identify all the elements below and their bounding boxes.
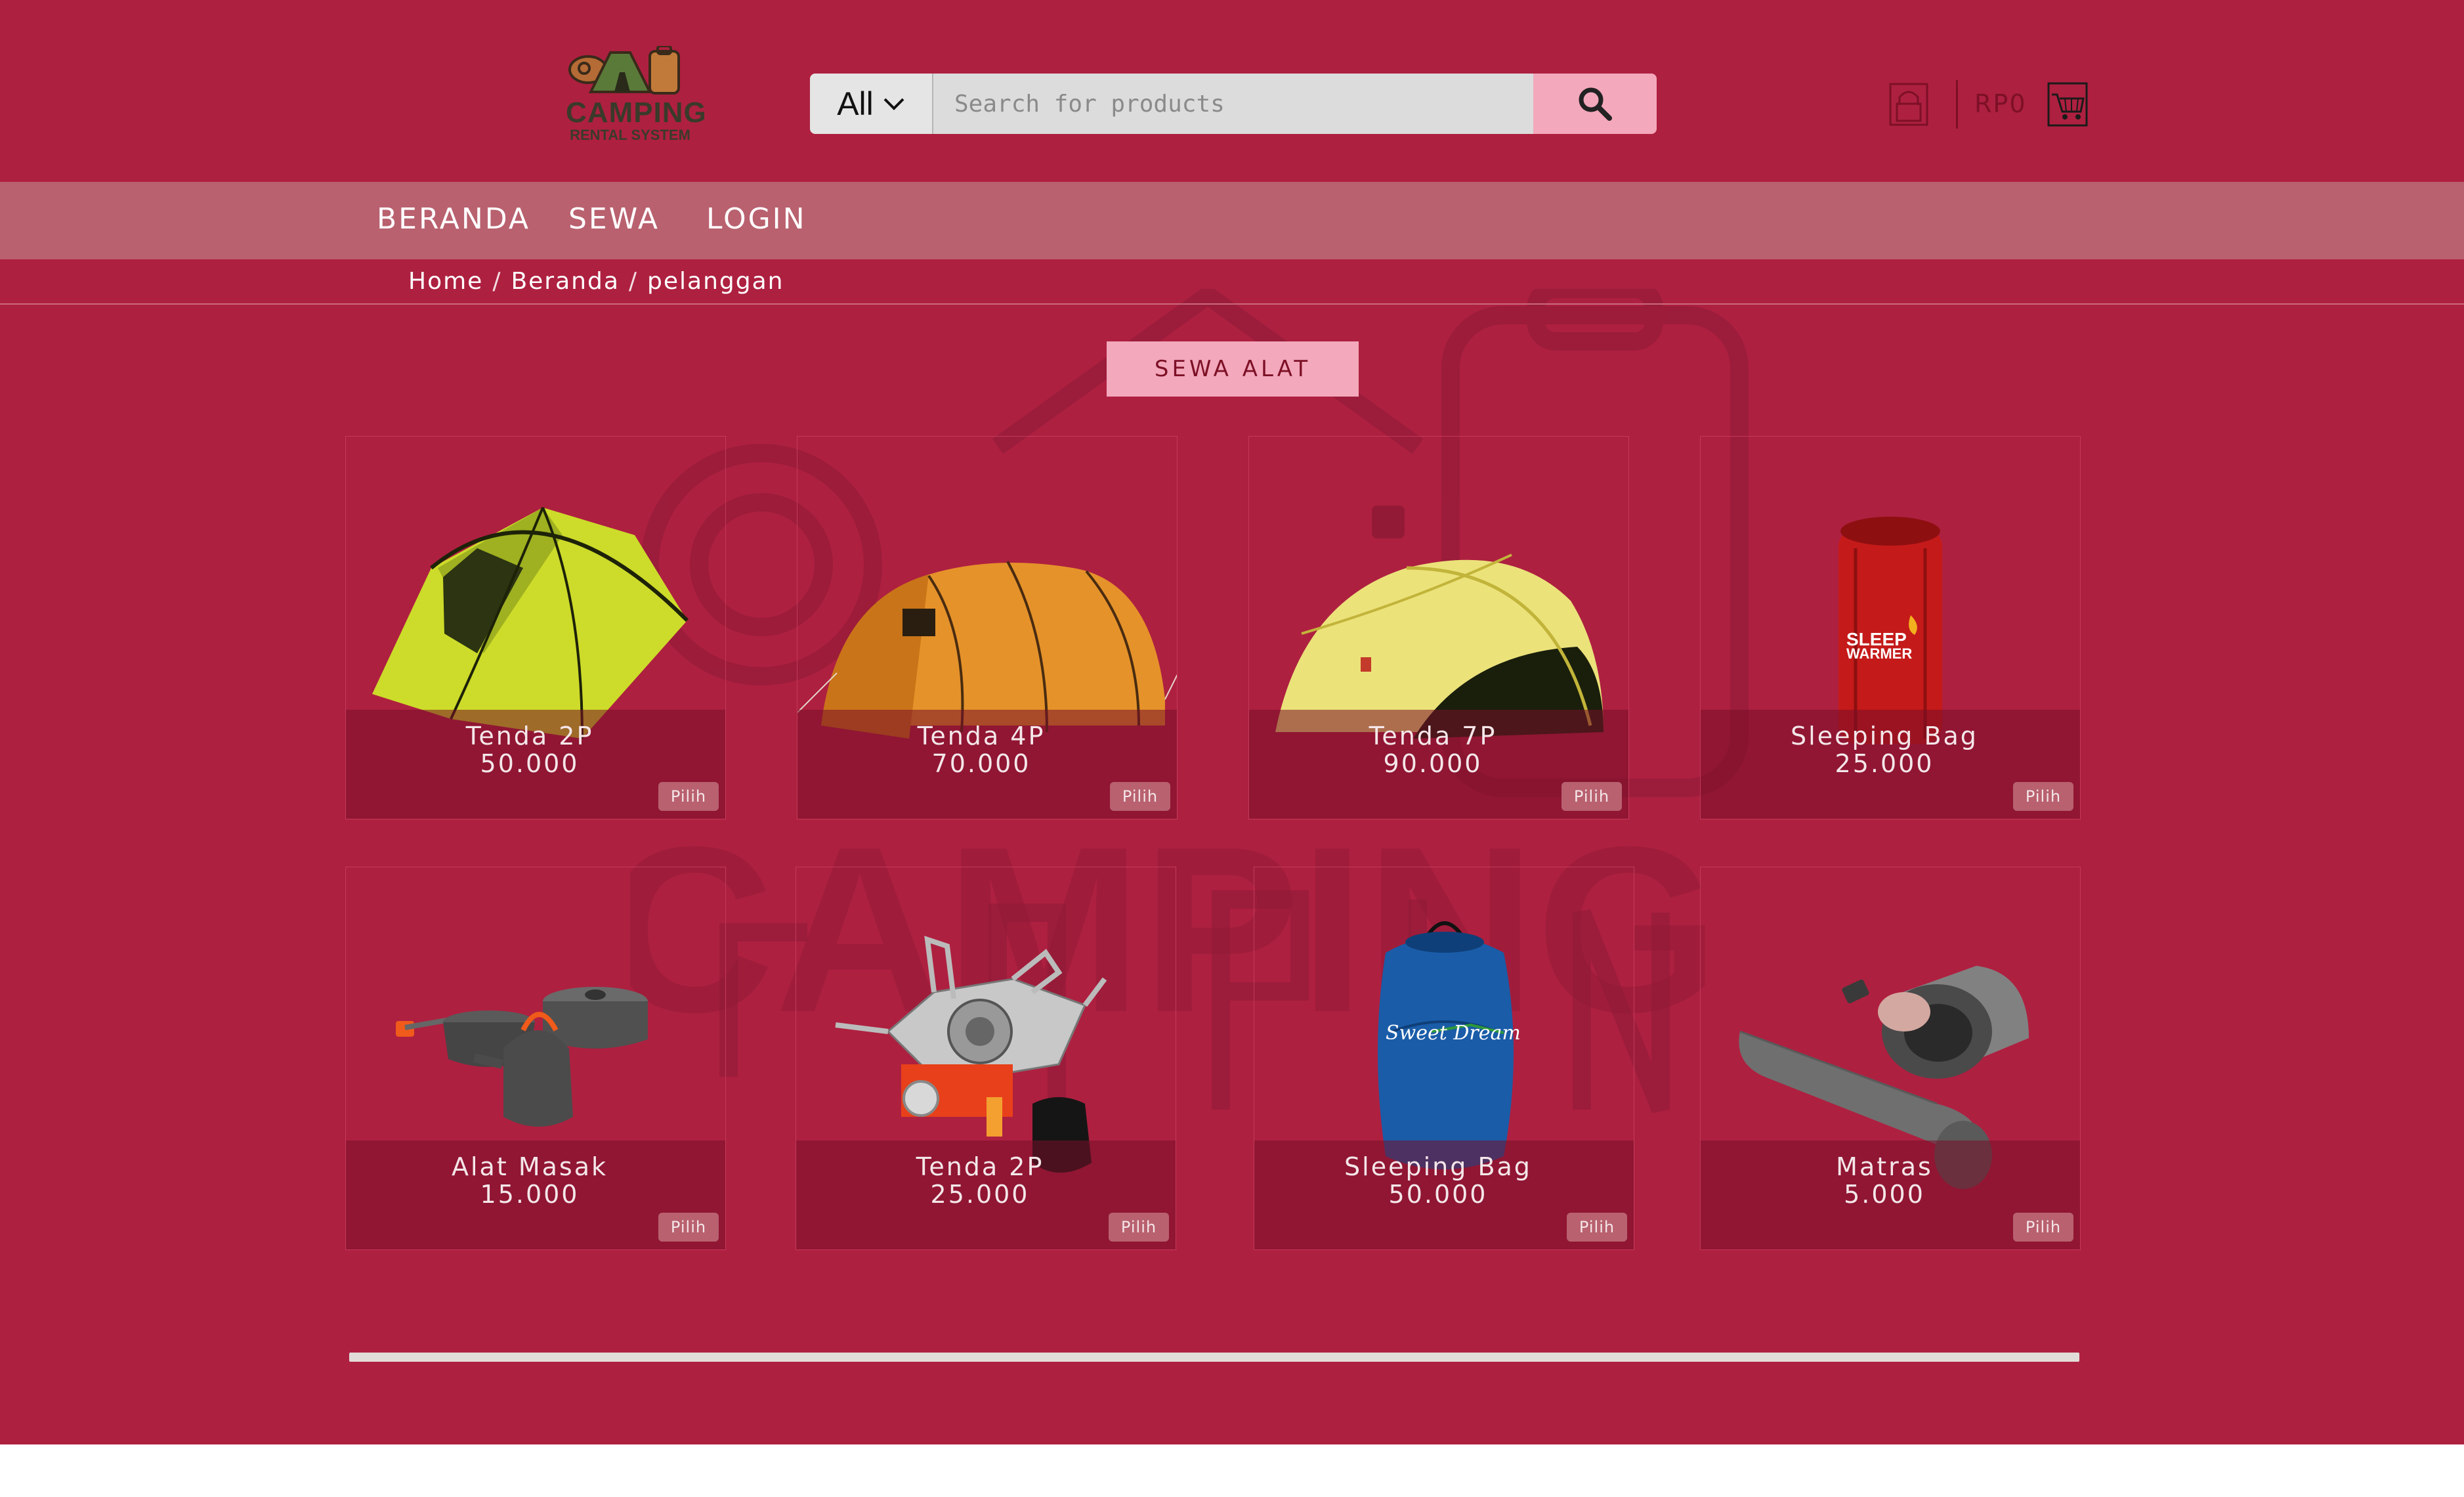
- search-bar: All: [810, 74, 1657, 134]
- nav-login[interactable]: LOGIN: [706, 202, 807, 236]
- product-card[interactable]: Matras 5.000 Pilih: [1700, 867, 2081, 1250]
- product-price: 25.000: [1835, 749, 1934, 778]
- pilih-button[interactable]: Pilih: [1109, 1213, 1169, 1242]
- product-name: Tenda 2P: [916, 1152, 1044, 1181]
- cart-total: RP0: [1974, 89, 2027, 118]
- navbar: [0, 182, 2464, 259]
- svg-text:WARMER: WARMER: [1846, 645, 1912, 662]
- product-price: 70.000: [931, 749, 1031, 778]
- product-price: 50.000: [1388, 1180, 1488, 1209]
- breadcrumb-current: pelanggan: [647, 268, 784, 295]
- product-card[interactable]: Tenda 7P 90.000 Pilih: [1248, 436, 1629, 819]
- cart-icon[interactable]: [2047, 81, 2089, 127]
- pilih-button[interactable]: Pilih: [658, 782, 719, 811]
- chevron-down-icon: [883, 98, 904, 110]
- nav-sewa[interactable]: SEWA: [568, 202, 660, 236]
- header-divider: [1956, 80, 1958, 129]
- product-name: Tenda 2P: [465, 722, 594, 750]
- breadcrumb: Home / Beranda / pelanggan: [408, 268, 784, 295]
- product-price: 15.000: [480, 1180, 580, 1209]
- product-card[interactable]: Alat Masak 15.000 Pilih: [345, 867, 726, 1250]
- product-card[interactable]: Tenda 2P 25.000 Pilih: [796, 867, 1176, 1250]
- logo-title: CAMPING: [566, 97, 707, 129]
- shopping-bag-icon[interactable]: [1888, 81, 1930, 127]
- breadcrumb-home[interactable]: Home: [408, 268, 483, 295]
- pilih-button[interactable]: Pilih: [2013, 1213, 2073, 1242]
- sewa-alat-button[interactable]: SEWA ALAT: [1107, 341, 1359, 397]
- pilih-button[interactable]: Pilih: [1567, 1213, 1627, 1242]
- breadcrumb-beranda[interactable]: Beranda: [511, 268, 619, 295]
- page: CAMPING CAMPING RENTAL SYSTEM All Search…: [0, 0, 2464, 1444]
- category-label: All: [837, 85, 874, 122]
- product-card[interactable]: Tenda 4P 70.000 Pilih: [797, 436, 1178, 819]
- nav-beranda[interactable]: BERANDA: [377, 202, 530, 236]
- search-icon: [1579, 87, 1612, 121]
- pilih-button[interactable]: Pilih: [2013, 782, 2073, 811]
- product-card[interactable]: SLEEP WARMER Sleeping Bag 25.000 Pilih: [1700, 436, 2081, 819]
- product-name: Tenda 4P: [917, 722, 1046, 750]
- product-name: Alat Masak: [452, 1152, 608, 1181]
- product-price: 25.000: [930, 1180, 1030, 1209]
- category-select[interactable]: All: [810, 74, 933, 134]
- breadcrumb-divider: [0, 303, 2464, 305]
- search-input[interactable]: [933, 74, 1533, 134]
- product-name: Tenda 7P: [1369, 722, 1497, 750]
- svg-text:Sweet Dream: Sweet Dream: [1386, 1022, 1521, 1045]
- product-card[interactable]: Tenda 2P 50.000 Pilih: [345, 436, 726, 819]
- product-price: 5.000: [1844, 1180, 1925, 1209]
- search-button[interactable]: [1533, 74, 1657, 134]
- horizontal-scrollbar[interactable]: [349, 1353, 2079, 1362]
- product-name: Sleeping Bag: [1344, 1152, 1532, 1181]
- pilih-button[interactable]: Pilih: [658, 1213, 719, 1242]
- product-card[interactable]: Sweet Dream Sleeping Bag 50.000 Pilih: [1254, 867, 1634, 1250]
- logo-subtitle: RENTAL SYSTEM: [570, 127, 690, 143]
- product-price: 50.000: [480, 749, 580, 778]
- product-price: 90.000: [1383, 749, 1483, 778]
- product-name: Matras: [1836, 1152, 1933, 1181]
- pilih-button[interactable]: Pilih: [1561, 782, 1622, 811]
- product-name: Sleeping Bag: [1791, 722, 1978, 750]
- pilih-button[interactable]: Pilih: [1110, 782, 1170, 811]
